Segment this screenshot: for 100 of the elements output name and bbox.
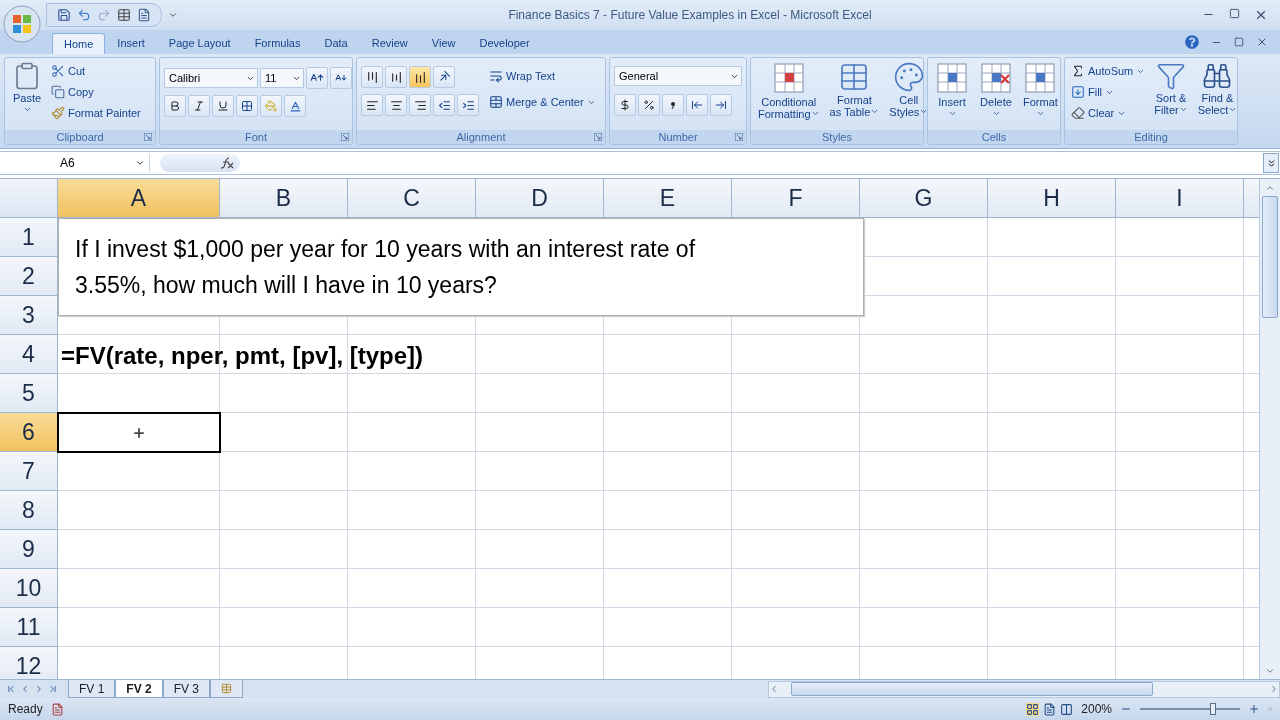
column-header[interactable]: G [860, 179, 988, 218]
format-painter-button[interactable]: Format Painter [49, 103, 143, 123]
fill-button[interactable]: Fill [1069, 82, 1148, 102]
ribbon-tab[interactable]: View [419, 32, 468, 54]
insert-function-button[interactable] [160, 154, 240, 172]
font-size-field[interactable]: 11 [260, 68, 304, 88]
sheet-tab[interactable]: FV 2 [115, 680, 163, 698]
increase-decimal-button[interactable] [686, 94, 708, 116]
fill-color-button[interactable] [260, 95, 282, 117]
decrease-indent-button[interactable] [433, 94, 455, 116]
maximize-icon[interactable] [1229, 8, 1240, 19]
ribbon-tab[interactable]: Page Layout [156, 32, 243, 54]
find-select-button[interactable]: Find & Select [1194, 61, 1241, 127]
clear-button[interactable]: Clear [1069, 103, 1148, 123]
ribbon-tab[interactable]: Home [52, 33, 106, 54]
decrease-decimal-button[interactable] [710, 94, 732, 116]
undo-icon[interactable] [77, 8, 91, 22]
column-header[interactable]: B [220, 179, 348, 218]
wrap-text-button[interactable]: Wrap Text [487, 66, 598, 86]
sort-filter-button[interactable]: Sort & Filter [1151, 61, 1191, 127]
borders-button[interactable] [236, 95, 258, 117]
name-box[interactable]: A6 [0, 154, 150, 172]
zoom-thumb[interactable] [1210, 703, 1216, 715]
shrink-font-button[interactable] [330, 67, 352, 89]
vertical-align-button[interactable] [409, 66, 431, 88]
row-header[interactable]: 7 [0, 452, 58, 491]
bold-button[interactable] [164, 95, 186, 117]
ribbon-tab[interactable]: Developer [467, 32, 542, 54]
row-header[interactable]: 9 [0, 530, 58, 569]
align-right-button[interactable] [409, 94, 431, 116]
scroll-thumb[interactable] [791, 682, 1153, 696]
customize-caret-icon[interactable] [168, 10, 178, 20]
italic-button[interactable] [188, 95, 210, 117]
column-header[interactable]: E [604, 179, 732, 218]
zoom-level-text[interactable]: 200% [1081, 702, 1112, 716]
row-header[interactable]: 12 [0, 647, 58, 679]
paste-button[interactable]: Paste [9, 61, 45, 127]
row-header[interactable]: 3 [0, 296, 58, 335]
column-header[interactable]: I [1116, 179, 1244, 218]
column-header[interactable]: D [476, 179, 604, 218]
ribbon-tab[interactable]: Formulas [242, 32, 313, 54]
row-header[interactable]: 5 [0, 374, 58, 413]
vertical-align-button[interactable] [385, 66, 407, 88]
orientation-button[interactable] [433, 66, 455, 88]
styles-button[interactable]: Cell Styles [886, 61, 932, 127]
scroll-thumb[interactable] [1262, 196, 1278, 318]
column-header[interactable]: C [348, 179, 476, 218]
copy-button[interactable]: Copy [49, 82, 143, 102]
row-header[interactable]: 11 [0, 608, 58, 647]
horizontal-scrollbar[interactable] [768, 680, 1280, 698]
zoom-in-icon[interactable] [1248, 703, 1260, 715]
restore-icon[interactable] [1234, 37, 1244, 47]
previous-sheet-icon[interactable] [20, 684, 30, 694]
dialog-launcher-icon[interactable] [144, 133, 152, 141]
vertical-align-button[interactable] [361, 66, 383, 88]
close-icon[interactable] [1254, 8, 1268, 22]
sheet-tab[interactable]: FV 1 [68, 680, 116, 698]
increase-indent-button[interactable] [457, 94, 479, 116]
row-header[interactable]: 1 [0, 218, 58, 257]
macro-record-icon[interactable] [50, 702, 64, 716]
number-format-field[interactable]: General [614, 66, 742, 86]
dialog-launcher-icon[interactable] [735, 133, 743, 141]
close-icon[interactable] [1256, 36, 1268, 48]
spreadsheet-icon[interactable] [117, 8, 131, 22]
cells-button[interactable]: Insert [932, 61, 972, 127]
column-header[interactable]: F [732, 179, 860, 218]
row-header[interactable]: 10 [0, 569, 58, 608]
row-header[interactable]: 2 [0, 257, 58, 296]
styles-button[interactable]: Conditional Formatting [755, 61, 823, 127]
ribbon-tab[interactable]: Data [312, 32, 360, 54]
active-cell[interactable] [57, 412, 221, 453]
sheet-tab[interactable]: FV 3 [162, 680, 211, 698]
row-header[interactable]: 6 [0, 413, 58, 452]
styles-button[interactable]: Format as Table [826, 61, 883, 127]
column-header[interactable]: A [58, 179, 220, 218]
ribbon-tab[interactable]: Review [359, 32, 420, 54]
autosum-button[interactable]: AutoSum [1069, 61, 1148, 81]
normal-view-icon[interactable] [1026, 702, 1040, 716]
row-header[interactable]: 4 [0, 335, 58, 374]
page-break-view-icon[interactable] [1060, 702, 1074, 716]
dialog-launcher-icon[interactable] [341, 133, 349, 141]
next-sheet-icon[interactable] [34, 684, 44, 694]
help-icon[interactable] [1185, 35, 1199, 49]
expand-formula-button[interactable] [1263, 153, 1279, 173]
dialog-launcher-icon[interactable] [594, 133, 602, 141]
merge-center-button[interactable]: Merge & Center [487, 92, 598, 112]
percent-button[interactable] [638, 94, 660, 116]
column-header[interactable]: H [988, 179, 1116, 218]
cells-button[interactable]: Delete [976, 61, 1016, 127]
cut-button[interactable]: Cut [49, 61, 143, 81]
row-header[interactable]: 8 [0, 491, 58, 530]
font-name-field[interactable]: Calibri [164, 68, 258, 88]
comma-style-button[interactable] [662, 94, 684, 116]
page-layout-view-icon[interactable] [1043, 702, 1057, 716]
currency-button[interactable] [614, 94, 636, 116]
save-icon[interactable] [57, 8, 71, 22]
insert-sheet-tab[interactable] [210, 680, 244, 698]
font-color-button[interactable] [284, 95, 306, 117]
align-center-button[interactable] [385, 94, 407, 116]
align-left-button[interactable] [361, 94, 383, 116]
